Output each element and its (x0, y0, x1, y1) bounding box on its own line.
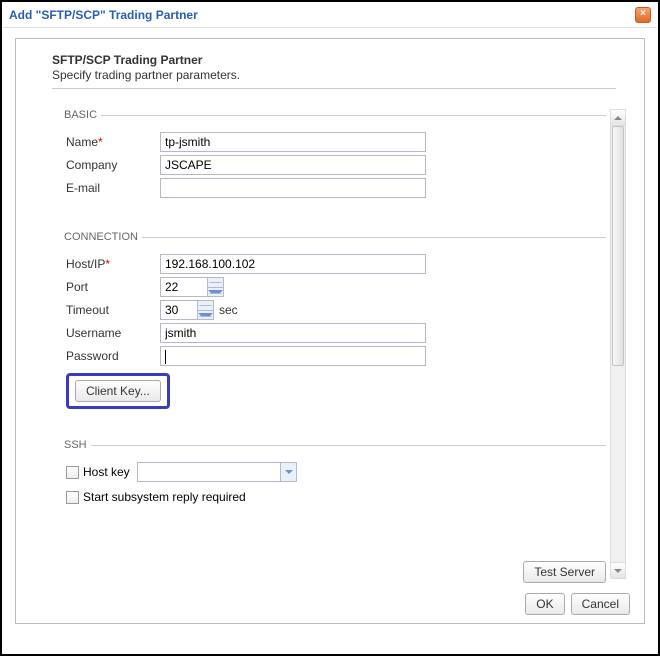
cancel-button[interactable]: Cancel (571, 593, 630, 615)
group-connection-legend: CONNECTION (64, 231, 142, 243)
company-input[interactable] (160, 155, 426, 175)
timeout-spinner-up-icon[interactable] (198, 301, 213, 311)
hostkey-combo[interactable] (137, 462, 297, 482)
vertical-scrollbar[interactable] (610, 109, 626, 579)
port-spinner-up-icon[interactable] (208, 278, 223, 288)
scroll-down-icon[interactable] (611, 562, 625, 578)
hostkey-checkbox[interactable] (66, 466, 79, 479)
scroll-thumb[interactable] (612, 126, 624, 366)
name-input[interactable] (160, 132, 426, 152)
body-frame: SFTP/SCP Trading Partner Specify trading… (15, 38, 645, 624)
password-input[interactable] (160, 346, 426, 366)
dialog-title: Add "SFTP/SCP" Trading Partner (9, 8, 198, 22)
host-input[interactable] (160, 254, 426, 274)
name-label: Name* (66, 135, 160, 149)
group-basic: BASIC Name* Company E-mail (64, 109, 606, 215)
email-input[interactable] (160, 178, 426, 198)
host-label: Host/IP* (66, 257, 160, 271)
close-icon[interactable]: × (635, 7, 651, 23)
email-label: E-mail (66, 181, 160, 195)
password-label: Password (66, 349, 160, 363)
hostkey-combo-text (138, 463, 280, 481)
subsystem-label: Start subsystem reply required (83, 490, 246, 504)
timeout-unit: sec (219, 303, 238, 317)
group-ssh: SSH Host key Start subsystem reply requ (64, 439, 606, 521)
subsystem-checkbox[interactable] (66, 491, 79, 504)
port-spinner-down-icon[interactable] (208, 288, 223, 297)
username-input[interactable] (160, 323, 426, 343)
dialog-window: Add "SFTP/SCP" Trading Partner × SFTP/SC… (2, 2, 658, 654)
title-bar: Add "SFTP/SCP" Trading Partner × (3, 3, 657, 28)
client-key-highlight: Client Key... (66, 373, 170, 409)
test-server-button[interactable]: Test Server (523, 561, 606, 583)
group-basic-legend: BASIC (64, 109, 101, 121)
company-label: Company (66, 158, 160, 172)
timeout-spinner-down-icon[interactable] (198, 311, 213, 320)
scroll-track[interactable] (611, 126, 625, 562)
chevron-down-icon[interactable] (280, 463, 296, 481)
username-label: Username (66, 326, 160, 340)
port-spinner[interactable] (160, 277, 224, 297)
ok-button[interactable]: OK (525, 593, 564, 615)
port-input[interactable] (161, 278, 207, 296)
hostkey-label: Host key (83, 465, 137, 479)
timeout-spinner[interactable] (160, 300, 214, 320)
group-ssh-legend: SSH (64, 439, 91, 451)
client-key-button[interactable]: Client Key... (75, 380, 161, 402)
scroll-up-icon[interactable] (611, 110, 625, 126)
timeout-input[interactable] (161, 301, 197, 319)
port-label: Port (66, 280, 160, 294)
group-connection: CONNECTION Host/IP* Port (64, 231, 606, 423)
page-title: SFTP/SCP Trading Partner (52, 53, 616, 67)
page-subtitle: Specify trading partner parameters. (52, 68, 616, 89)
timeout-label: Timeout (66, 303, 160, 317)
